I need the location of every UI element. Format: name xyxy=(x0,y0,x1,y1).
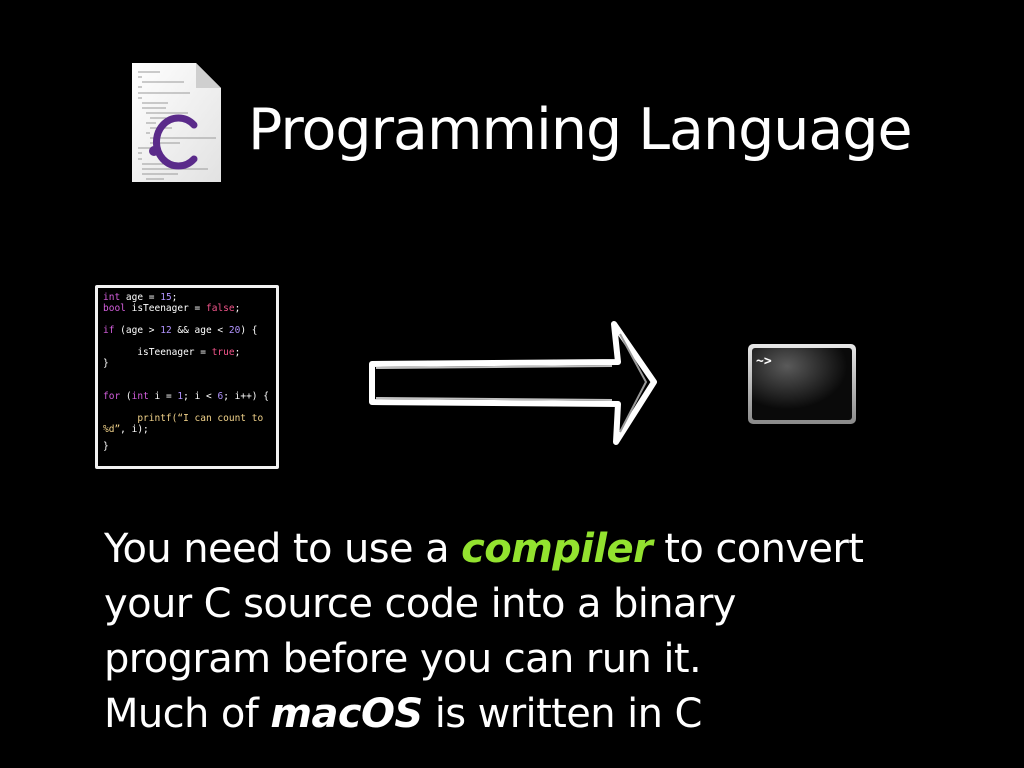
code-token: ; xyxy=(171,292,178,303)
code-token: (age > xyxy=(114,325,161,336)
code-token: 12 xyxy=(160,325,172,336)
code-token: if xyxy=(103,325,115,336)
code-token: ) { xyxy=(240,325,258,336)
body-text-segment: is written in C xyxy=(422,691,703,737)
code-line: for (int i = 1; i < 6; i++) { xyxy=(103,391,271,402)
code-token: isTeenager = xyxy=(137,347,212,358)
code-token: 20 xyxy=(228,325,241,336)
body-line-1: You need to use a compiler to convert xyxy=(104,522,984,577)
body-text-segment: to convert xyxy=(652,526,864,572)
right-arrow-icon xyxy=(369,321,657,445)
code-token: (“I can count to xyxy=(171,413,264,424)
code-line: %d”, i); xyxy=(103,424,271,435)
body-text-segment: Much of xyxy=(104,691,271,737)
code-line: if (age > 12 && age < 20) { xyxy=(103,325,271,336)
code-token: ; xyxy=(234,303,241,314)
code-token: bool xyxy=(103,303,126,314)
code-spacer xyxy=(103,336,271,347)
code-token: && age < xyxy=(171,325,229,336)
terminal-icon: ~> xyxy=(748,344,856,424)
code-token: ; i < xyxy=(183,391,218,402)
code-token: true xyxy=(211,347,235,358)
page-title: Programming Language xyxy=(248,97,913,163)
code-token: int xyxy=(131,391,149,402)
code-line: int age = 15; xyxy=(103,292,271,303)
body-text-segment: You need to use a xyxy=(104,526,462,572)
code-line: } xyxy=(103,358,109,369)
code-token: printf xyxy=(137,413,172,424)
code-token: isTeenager = xyxy=(125,303,206,314)
code-line: bool isTeenager = false; xyxy=(103,303,271,314)
body-line-3: program before you can run it. xyxy=(104,636,702,682)
code-token: ; xyxy=(234,347,241,358)
slide: Programming Language int age = 15; bool … xyxy=(0,0,1024,768)
terminal-prompt: ~> xyxy=(756,354,772,369)
body-line-2: your C source code into a binary xyxy=(104,581,736,627)
code-token: age = xyxy=(120,292,161,303)
code-token: 15 xyxy=(160,292,172,303)
code-line: isTeenager = true; xyxy=(103,347,271,358)
code-token: %d” xyxy=(103,424,121,435)
body-line-4: Much of macOS is written in C xyxy=(104,687,984,742)
compiler-highlight: compiler xyxy=(461,526,653,572)
code-token: i = xyxy=(148,391,178,402)
code-token: int xyxy=(103,292,121,303)
code-spacer xyxy=(103,314,271,325)
code-token: ; i++) { xyxy=(223,391,269,402)
code-spacer xyxy=(103,402,271,413)
code-token: false xyxy=(205,303,235,314)
macos-highlight: macOS xyxy=(270,691,423,737)
code-spacer xyxy=(103,380,271,391)
code-token: for xyxy=(103,391,121,402)
c-source-file-icon xyxy=(132,63,221,182)
code-line: } xyxy=(103,441,109,452)
code-spacer xyxy=(103,369,271,380)
code-token: , i); xyxy=(120,424,149,435)
code-line: printf(“I can count to xyxy=(103,413,271,424)
body-text: You need to use a compiler to convert yo… xyxy=(104,522,984,742)
code-snippet: int age = 15; bool isTeenager = false; i… xyxy=(95,285,279,469)
code-token: ( xyxy=(120,391,132,402)
